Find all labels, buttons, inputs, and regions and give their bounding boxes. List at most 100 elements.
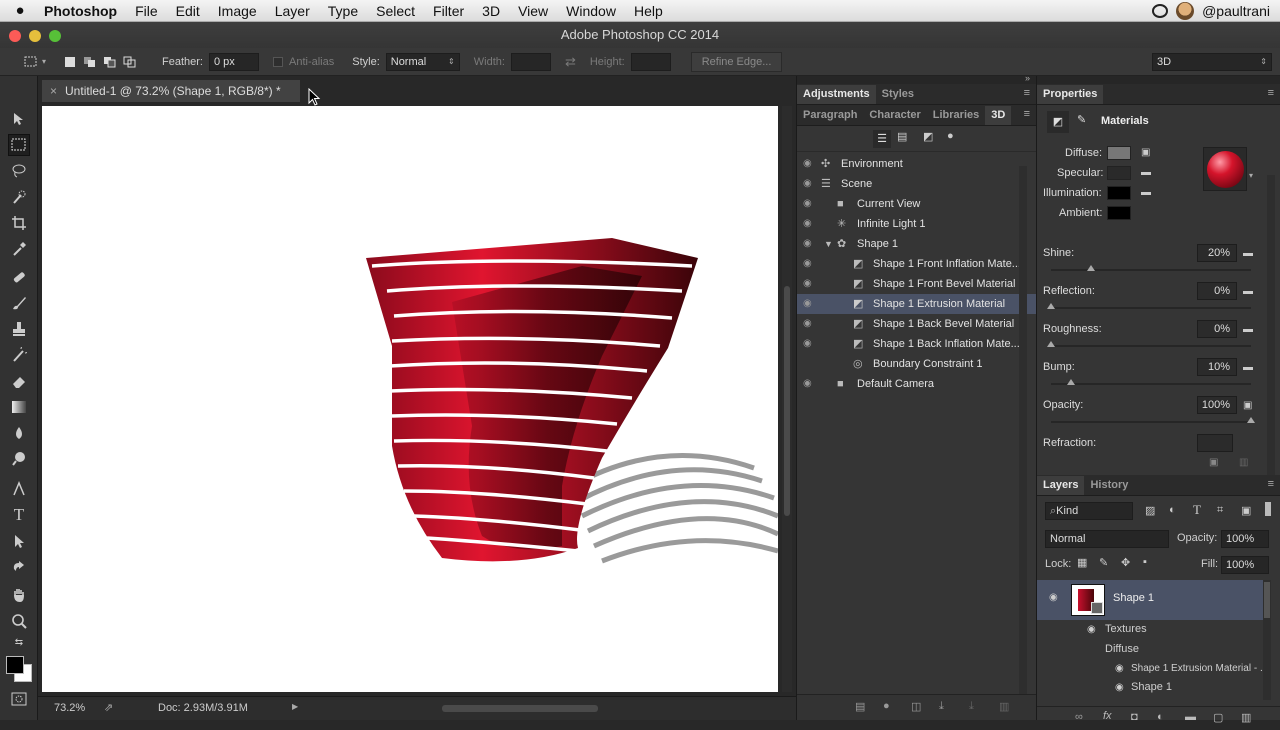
lock-transparent-icon[interactable]: ▦ [1077,556,1087,569]
diffuse-color-swatch[interactable] [1107,146,1131,160]
path-selection-tool-icon[interactable] [8,530,30,552]
texture-item[interactable]: ◉ Shape 1 Extrusion Material - ... [1037,659,1263,679]
new-layer-icon[interactable]: ▢ [1213,711,1223,724]
smart-object-filter-icon[interactable]: ▣ [1241,504,1251,517]
tab-adjustments[interactable]: Adjustments [797,85,876,104]
folder-icon[interactable]: ▬ [1243,286,1257,297]
eye-icon[interactable]: ◉ [803,334,815,354]
lasso-tool-icon[interactable] [8,160,30,182]
kind-filter-select[interactable]: ⌕Kind [1045,502,1133,520]
lock-pixels-icon[interactable]: ✎ [1099,556,1108,569]
eye-icon[interactable]: ◉ [803,214,815,234]
creative-cloud-icon[interactable] [1152,3,1169,18]
blur-tool-icon[interactable] [8,422,30,444]
blend-mode-select[interactable]: Normal [1045,530,1169,548]
vertical-scrollbar[interactable] [782,106,792,692]
scene-item-environment[interactable]: ◉ ✣ Environment [797,154,1036,174]
scene-tree-scrollbar[interactable] [1019,166,1027,696]
ground-drop-icon[interactable]: ⤓ [939,700,944,713]
custom-shape-tool-icon[interactable] [8,556,30,578]
link-layers-icon[interactable]: ∞ [1075,711,1083,723]
add-mask-icon[interactable]: ◘ [1131,711,1138,723]
eraser-tool-icon[interactable] [8,370,30,392]
gradient-tool-icon[interactable] [8,396,30,418]
eye-icon[interactable]: ◉ [1115,682,1124,693]
quick-selection-tool-icon[interactable] [8,186,30,208]
scene-item-shape[interactable]: ◉ ▼ ✿ Shape 1 [797,234,1036,254]
folder-icon[interactable]: ▬ [1243,248,1257,259]
disclosure-triangle-icon[interactable]: ▼ [824,234,833,254]
material-preview[interactable] [1203,147,1247,191]
opacity-texture-icon[interactable]: ▣ [1243,400,1257,411]
scene-item-default-camera[interactable]: ◉ ■ Default Camera [797,374,1036,394]
menu-file[interactable]: File [126,3,167,19]
tab-styles[interactable]: Styles [876,85,920,104]
refraction-value[interactable] [1197,434,1233,452]
close-window-icon[interactable] [9,30,21,42]
swap-dimensions-icon[interactable]: ⇄ [565,54,576,70]
panel-menu-icon[interactable]: ≡ [1024,87,1030,99]
move-tool-icon[interactable] [8,108,30,130]
folder-icon[interactable]: ▬ [1243,324,1257,335]
add-light-icon[interactable]: ● [883,700,890,712]
type-tool-icon[interactable]: T [8,504,30,526]
eye-icon[interactable]: ◉ [803,294,815,314]
foreground-color-swatch-front[interactable] [6,656,24,674]
scene-item-front-inflation[interactable]: ◉ ◩ Shape 1 Front Inflation Mate... [797,254,1036,274]
scene-item-infinite-light[interactable]: ◉ ✳ Infinite Light 1 [797,214,1036,234]
eye-icon[interactable]: ◉ [1087,624,1096,635]
ambient-color-swatch[interactable] [1107,206,1131,220]
type-filter-icon[interactable]: T [1193,502,1201,518]
workspace-select[interactable]: 3D ⇕ [1152,52,1272,71]
shine-value[interactable]: 20% [1197,244,1237,262]
history-brush-tool-icon[interactable] [8,344,30,366]
menu-layer[interactable]: Layer [266,3,319,19]
new-selection-icon[interactable] [60,53,80,71]
tab-paragraph[interactable]: Paragraph [797,106,863,125]
menu-help[interactable]: Help [625,3,672,19]
canvas[interactable] [42,106,778,692]
eye-icon[interactable]: ◉ [803,374,815,394]
layer-opacity-input[interactable]: 100% [1221,530,1269,548]
texture-item[interactable]: ◉ Shape 1 [1037,678,1263,698]
menu-image[interactable]: Image [209,3,266,19]
menu-view[interactable]: View [509,3,557,19]
panel-menu-icon[interactable]: ≡ [1268,478,1274,490]
menu-select[interactable]: Select [367,3,424,19]
tab-layers[interactable]: Layers [1037,476,1085,495]
menu-filter[interactable]: Filter [424,3,473,19]
horizontal-scrollbar-thumb[interactable] [442,705,598,712]
properties-scrollbar[interactable] [1267,175,1275,475]
lock-position-icon[interactable]: ✥ [1121,556,1130,569]
lock-all-icon[interactable]: ▪ [1143,556,1147,568]
textures-row[interactable]: ◉ Textures [1037,620,1263,640]
menu-edit[interactable]: Edit [167,3,209,19]
reflection-slider[interactable] [1047,303,1251,309]
brush-mode-icon[interactable]: ✎ [1077,113,1086,126]
intersect-selection-icon[interactable] [120,53,140,71]
illumination-color-swatch[interactable] [1107,186,1131,200]
hand-tool-icon[interactable] [8,584,30,606]
opacity-value[interactable]: 100% [1197,396,1237,414]
specular-color-swatch[interactable] [1107,166,1131,180]
scrollbar-thumb[interactable] [1264,582,1270,618]
folder-icon[interactable]: ▬ [1243,362,1257,373]
eye-icon[interactable]: ◉ [803,154,815,174]
width-input[interactable] [510,52,551,71]
style-select[interactable]: Normal ⇕ [385,52,460,71]
zoom-tool-icon[interactable] [8,610,30,632]
antialias-checkbox[interactable] [272,56,283,67]
menu-type[interactable]: Type [319,3,367,19]
constraint-add-icon[interactable]: ⤓ [969,700,974,713]
slider-knob[interactable] [1067,379,1075,385]
avatar[interactable] [1176,1,1195,20]
crop-tool-icon[interactable] [8,212,30,234]
feather-input[interactable]: 0 px [208,52,259,71]
scene-item-scene[interactable]: ◉ ☰ Scene [797,174,1036,194]
healing-brush-tool-icon[interactable] [8,266,30,288]
document-tab[interactable]: × Untitled-1 @ 73.2% (Shape 1, RGB/8*) * [42,80,300,102]
minimize-window-icon[interactable] [29,30,41,42]
reflection-value[interactable]: 0% [1197,282,1237,300]
close-tab-icon[interactable]: × [50,84,57,98]
slider-knob[interactable] [1247,417,1255,423]
